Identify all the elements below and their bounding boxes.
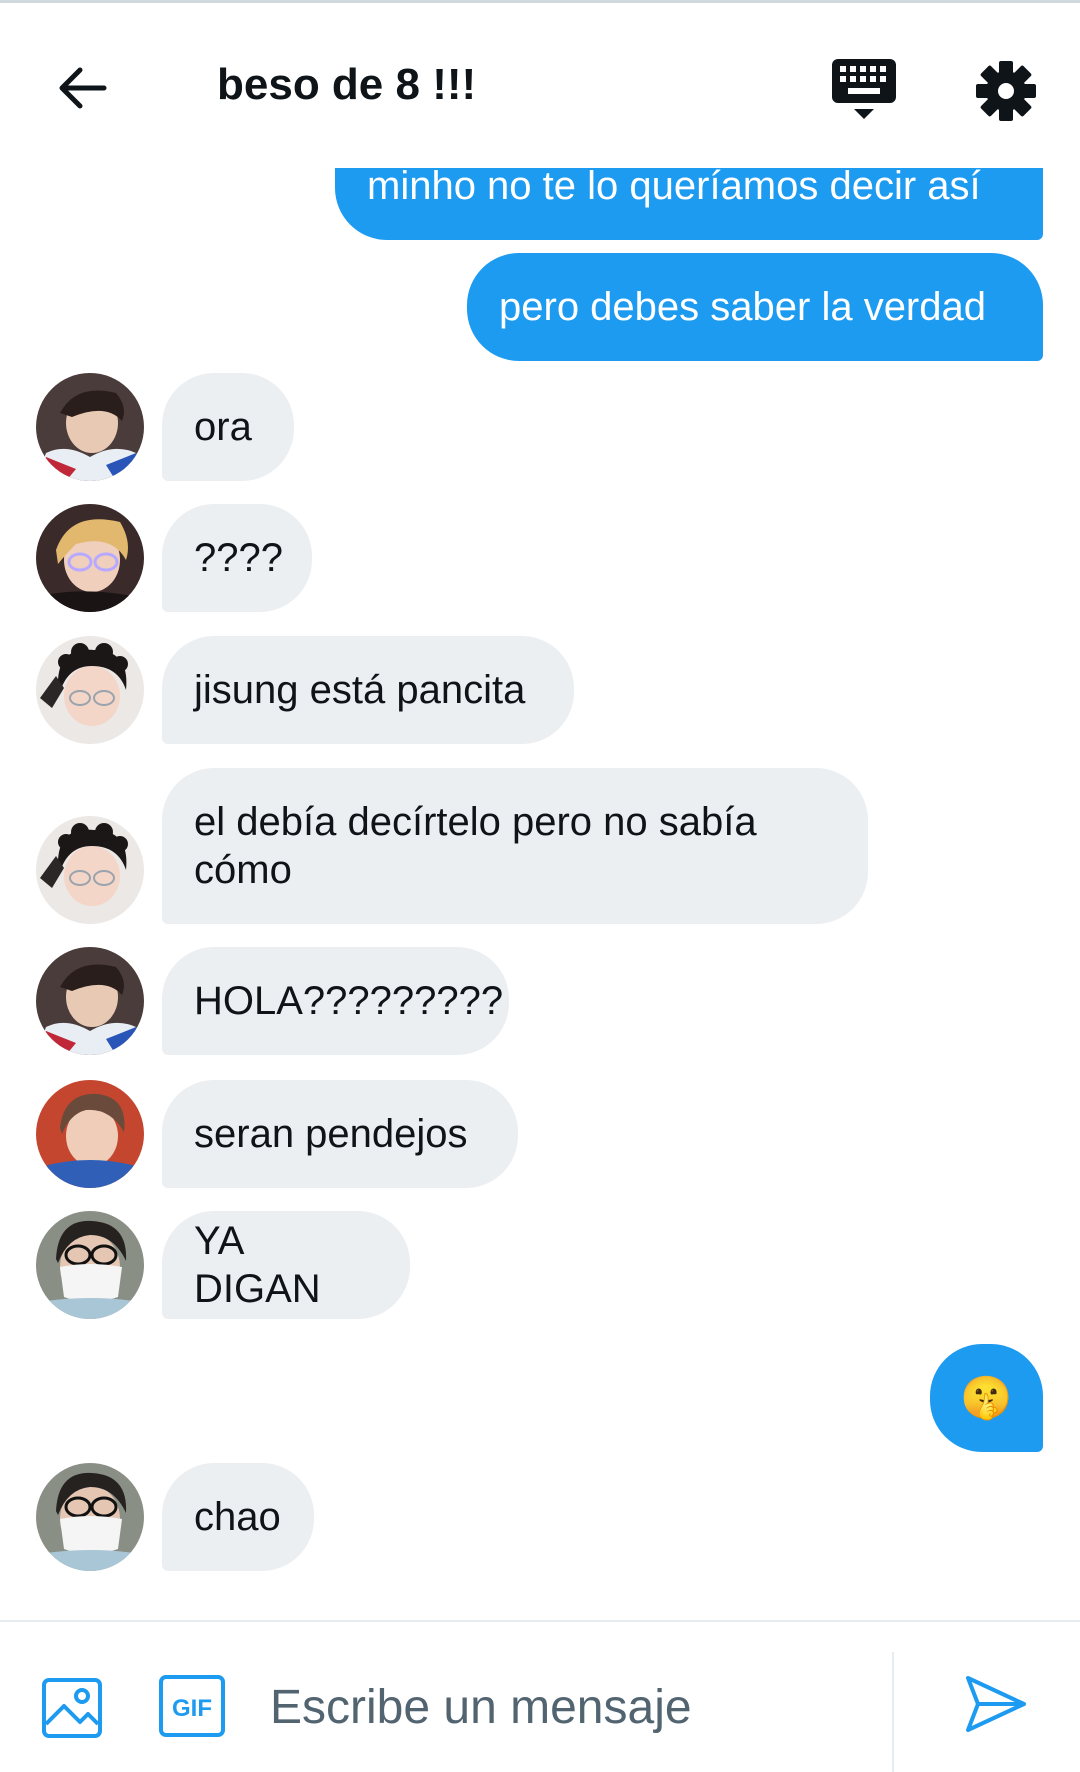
sent-message[interactable]: pero debes saber la verdad xyxy=(467,253,1043,361)
received-message[interactable]: HOLA????????? xyxy=(162,947,509,1055)
message-text: ???? xyxy=(194,536,283,580)
message-text: pero debes saber la verdad xyxy=(499,285,986,329)
send-button[interactable] xyxy=(962,1670,1030,1738)
received-message[interactable]: jisung está pancita xyxy=(162,636,574,744)
avatar[interactable] xyxy=(36,1080,144,1188)
composer-divider xyxy=(892,1652,894,1772)
keyboard-icon xyxy=(832,59,896,119)
svg-text:GIF: GIF xyxy=(172,1695,212,1722)
avatar[interactable] xyxy=(36,636,144,744)
add-gif-button[interactable]: GIF xyxy=(158,1674,226,1738)
back-arrow-icon xyxy=(59,67,107,109)
avatar[interactable] xyxy=(36,947,144,1055)
back-button[interactable] xyxy=(52,58,112,118)
avatar[interactable] xyxy=(36,1211,144,1319)
avatar[interactable] xyxy=(36,373,144,481)
received-message[interactable]: chao xyxy=(162,1463,314,1571)
message-input[interactable] xyxy=(270,1662,870,1752)
message-list[interactable]: minho no te lo queríamos decir así pero … xyxy=(0,0,1080,1620)
message-text: ora xyxy=(194,405,252,449)
keyboard-button[interactable] xyxy=(828,55,900,127)
received-message[interactable]: YA DIGAN xyxy=(162,1211,410,1319)
avatar[interactable] xyxy=(36,816,144,924)
received-message[interactable]: seran pendejos xyxy=(162,1080,518,1188)
message-text: chao xyxy=(194,1495,281,1539)
conversation-header: beso de 8 !!! xyxy=(0,3,1080,168)
message-text: el debía decírtelo pero no sabía cómo xyxy=(194,800,757,892)
settings-button[interactable] xyxy=(970,55,1042,127)
sent-message[interactable]: 🤫 xyxy=(930,1344,1043,1452)
message-text: YA DIGAN xyxy=(194,1219,321,1311)
message-text: minho no te lo queríamos decir así xyxy=(367,164,981,208)
avatar[interactable] xyxy=(36,504,144,612)
received-message[interactable]: ???? xyxy=(162,504,312,612)
message-text: HOLA????????? xyxy=(194,979,504,1023)
add-image-button[interactable] xyxy=(40,1676,104,1740)
image-icon xyxy=(42,1678,102,1738)
received-message[interactable]: ora xyxy=(162,373,294,481)
received-message[interactable]: el debía decírtelo pero no sabía cómo xyxy=(162,768,868,924)
message-text: jisung está pancita xyxy=(194,668,526,712)
message-emoji: 🤫 xyxy=(960,1374,1013,1421)
conversation-title: beso de 8 !!! xyxy=(217,60,477,109)
gear-icon xyxy=(976,61,1036,121)
message-text: seran pendejos xyxy=(194,1112,468,1156)
gif-icon: GIF xyxy=(159,1675,225,1737)
message-composer: GIF xyxy=(0,1620,1080,1772)
send-icon xyxy=(966,1676,1026,1732)
avatar[interactable] xyxy=(36,1463,144,1571)
